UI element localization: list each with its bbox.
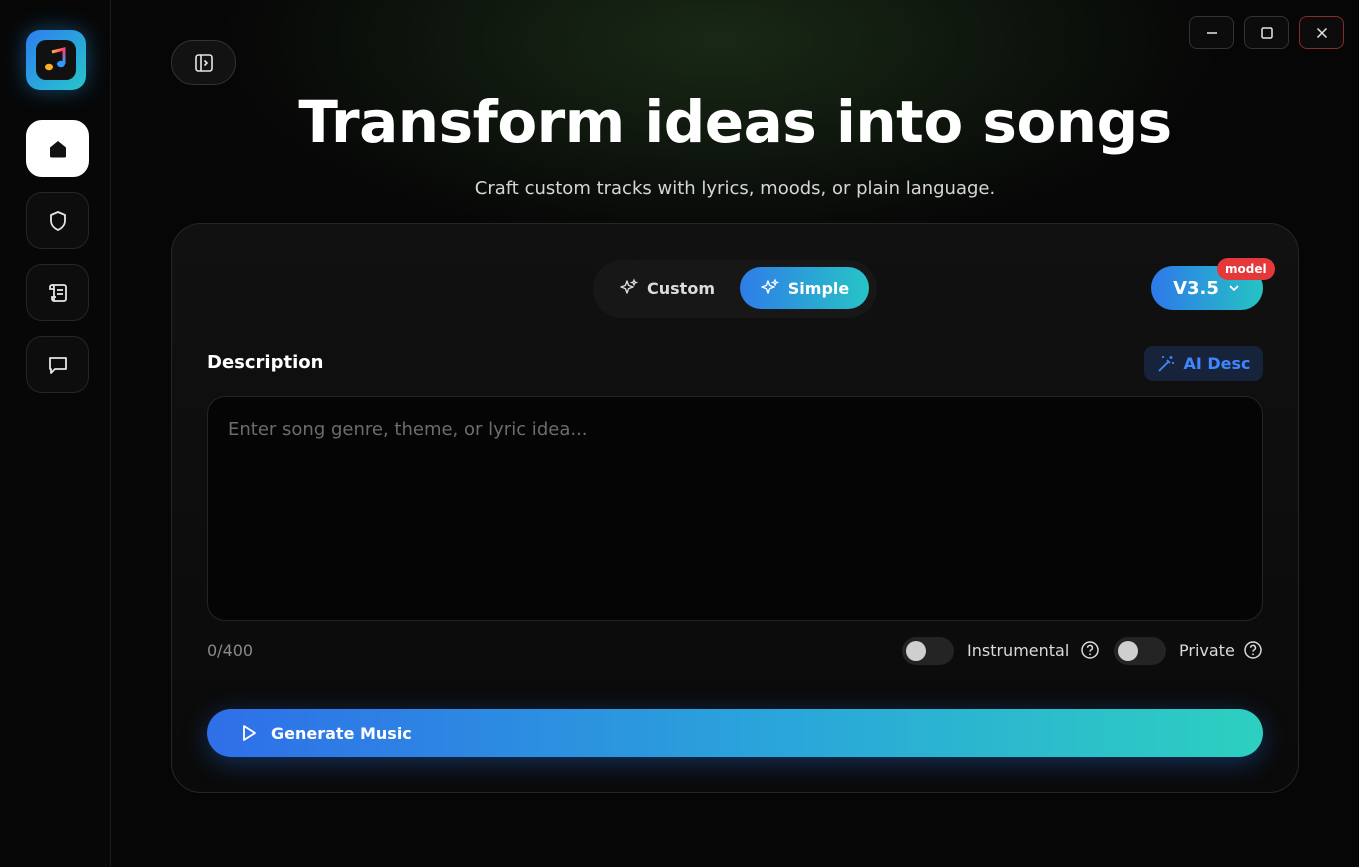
mode-custom-tab[interactable]: Custom [603,267,731,309]
sparkle-icon [620,278,639,294]
ai-desc-label: AI Desc [1183,354,1251,373]
instrumental-toggle[interactable] [902,637,954,665]
instrumental-label: Instrumental [967,641,1070,660]
close-button[interactable] [1299,16,1344,49]
chevron-down-icon [1229,285,1239,292]
sparkle-icon [761,278,779,294]
nav-home-button[interactable] [26,120,89,177]
music-note-icon [36,40,76,80]
char-counter: 0/400 [207,641,254,660]
sidebar [0,0,111,867]
minimize-button[interactable] [1189,16,1234,49]
mode-custom-label: Custom [647,278,715,298]
private-toggle[interactable] [1114,637,1166,665]
home-icon [49,140,66,157]
app-window: Transform ideas into songs Craft custom … [0,0,1359,867]
play-icon [243,725,256,741]
model-version: V3.5 [1173,277,1219,299]
chat-icon [48,356,67,374]
page-title: Transform ideas into songs [298,88,1172,156]
model-badge: model [1217,258,1275,280]
nav-chat-button[interactable] [26,336,89,393]
shield-icon [49,210,66,231]
description-label: Description [207,352,324,373]
description-input[interactable] [207,396,1263,621]
sidebar-toggle-button[interactable] [171,40,236,85]
page-subtitle: Craft custom tracks with lyrics, moods, … [474,178,996,199]
generate-music-button[interactable]: Generate Music [207,709,1263,757]
magic-wand-icon [1158,355,1175,372]
song-form-card: Custom Simple V3.5 model Description AI … [171,223,1299,793]
close-icon [1316,27,1327,38]
maximize-button[interactable] [1244,16,1289,49]
mode-simple-label: Simple [787,278,850,298]
mode-switch: Custom Simple [593,260,877,318]
private-label: Private [1179,641,1235,660]
generate-music-label: Generate Music [271,723,412,743]
nav-shield-button[interactable] [26,192,89,249]
minimize-icon [1206,31,1217,34]
help-icon[interactable] [1243,640,1263,660]
help-icon[interactable] [1080,640,1100,660]
toggle-knob [1118,641,1138,661]
ai-desc-button[interactable]: AI Desc [1144,346,1263,381]
maximize-icon [1260,26,1273,39]
mode-simple-tab[interactable]: Simple [740,267,869,309]
toggle-knob [906,641,926,661]
nav-scroll-button[interactable] [26,264,89,321]
panel-toggle-icon [194,53,213,72]
scroll-icon [48,283,67,302]
app-logo[interactable] [26,30,86,90]
